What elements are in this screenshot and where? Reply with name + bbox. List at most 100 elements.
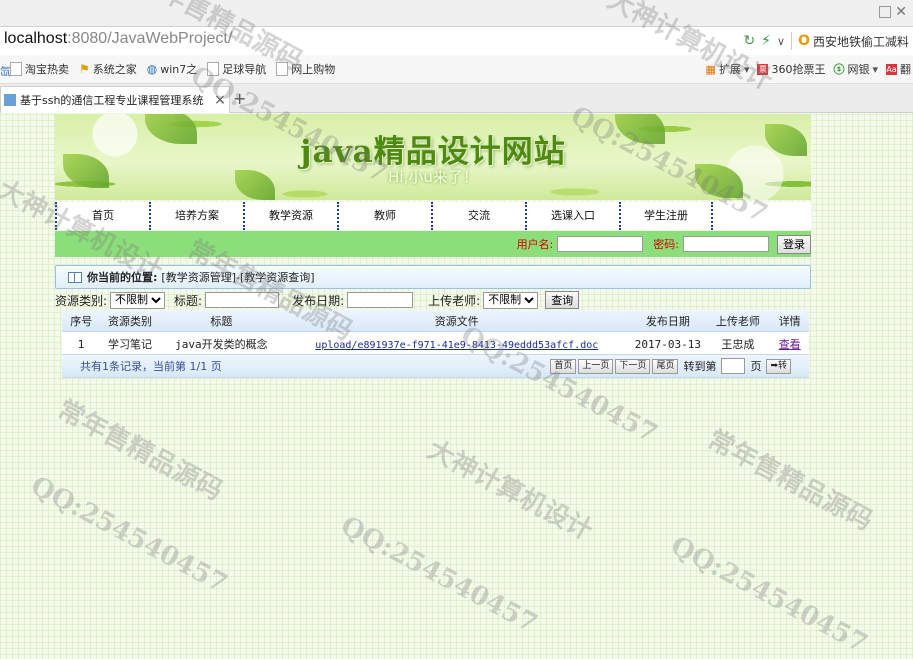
ticket-button[interactable]: 票 360抢票王 [757, 61, 825, 77]
globe-icon: ◍ [146, 62, 158, 76]
new-tab-icon[interactable]: + [233, 89, 246, 108]
resource-table: 序号 资源类别 标题 资源文件 发布日期 上传老师 详情 1 学习笔记 java… [62, 310, 809, 356]
filter-row: 资源类别: 不限制 标题: 发布日期: 上传老师: 不限制 查询 [55, 290, 815, 310]
nav-training-plan[interactable]: 培养方案 [149, 202, 243, 230]
resource-file-link[interactable]: upload/e891937e-f971-41e9-8413-49eddd53a… [315, 340, 598, 351]
cell-type: 学习笔记 [100, 331, 160, 356]
watermark-text: 常年售精品源码 [52, 394, 228, 507]
login-bar: 用户名: 密码: 登录 [55, 231, 811, 257]
watermark-text: 大神计算机设计 [422, 434, 598, 547]
date-filter-label: 发布日期: [292, 293, 345, 308]
first-page-button[interactable]: 首页 [550, 358, 577, 374]
date-filter-input[interactable] [347, 292, 414, 308]
bookmark-label: 足球导航 [222, 63, 267, 76]
pager-controls: 首页 上一页 下一页 尾页 转到第 页 ➡转 [550, 358, 809, 374]
tab-active[interactable]: 基于ssh的通信工程专业课程管理系统 × [0, 86, 230, 113]
translate-label: 翻 [900, 63, 911, 76]
translate-icon: Aa [886, 63, 897, 75]
main-nav: 首页 培养方案 教学资源 教师 交流 选课入口 学生注册 [55, 202, 811, 230]
password-input[interactable] [683, 236, 769, 252]
type-filter-select[interactable]: 不限制 [110, 291, 166, 309]
translate-button[interactable]: Aa 翻 [886, 61, 911, 77]
bookmark-label: 网上购物 [291, 63, 336, 76]
ticket-label: 360抢票王 [771, 63, 826, 76]
bookmark-item[interactable]: 足球导航 [207, 61, 266, 77]
toolbar-right: ▦ 扩展 ▾ 票 360抢票王 ⓢ 网银 ▾ Aa 翻 [706, 61, 913, 77]
col-header-detail: 详情 [770, 310, 809, 332]
bank-icon: ⓢ [833, 63, 845, 76]
bookmark-item[interactable]: ⚑ 系统之家 [79, 61, 137, 77]
grid-icon: ▦ [705, 62, 716, 76]
title-filter-input[interactable] [205, 292, 280, 308]
query-button[interactable]: 查询 [545, 291, 580, 309]
flag-icon: ⚑ [79, 62, 90, 76]
nav-teaching-resources[interactable]: 教学资源 [243, 202, 337, 230]
goto-page-input[interactable] [721, 358, 746, 374]
watermark-text: 常年售精品源码 [702, 424, 878, 537]
bookmark-label: win7之 [160, 63, 198, 76]
nav-course-selection[interactable]: 选课入口 [525, 202, 619, 230]
view-detail-link[interactable]: 查看 [779, 338, 801, 351]
site-container: java精品设计网站 Hi,小u来了！ 首页 培养方案 教学资源 教师 交流 选… [55, 114, 811, 289]
cell-no: 1 [62, 331, 101, 356]
watermark-text: QQ:254540457 [25, 470, 233, 600]
bank-button[interactable]: ⓢ 网银 ▾ [833, 61, 878, 77]
nav-home[interactable]: 首页 [55, 202, 149, 230]
goto-label: 转到第 [683, 360, 717, 373]
speed-mode-icon[interactable]: ⚡ [761, 33, 771, 49]
url-text[interactable]: localhost:8080/JavaWebProject/ [4, 30, 232, 48]
teacher-filter-label: 上传老师: [428, 293, 481, 308]
extensions-button[interactable]: ▦ 扩展 ▾ [706, 61, 750, 77]
chevron-down-icon: ▾ [743, 62, 750, 76]
ticket-icon: 票 [757, 63, 769, 75]
site-banner: java精品设计网站 Hi,小u来了！ [55, 114, 811, 200]
prev-page-button[interactable]: 上一页 [578, 358, 614, 374]
restore-icon[interactable] [879, 6, 891, 18]
breadcrumb-path: [教学资源管理]-[教学资源查询] [161, 271, 315, 284]
site-title: java精品设计网站 [300, 134, 566, 170]
nav-exchange[interactable]: 交流 [431, 202, 525, 230]
window-top-strip: ✕ [0, 0, 913, 26]
next-page-button[interactable]: 下一页 [615, 358, 651, 374]
book-icon [68, 271, 82, 283]
watermark-text: QQ:254540457 [335, 510, 543, 640]
nav-teachers[interactable]: 教师 [337, 202, 431, 230]
search-suggestion[interactable]: O 西安地铁偷工减料 [798, 33, 909, 50]
teacher-filter-select[interactable]: 不限制 [483, 291, 539, 309]
bookmarks-bar: 氙 淘宝热卖 ⚑ 系统之家 ◍ win7之 足球导航 网上购物 ▦ 扩展 ▾ 票 360抢… [0, 55, 913, 84]
refresh-icon[interactable]: ↻ [743, 33, 755, 49]
extensions-label: 扩展 [718, 63, 741, 76]
bookmark-overflow-icon[interactable]: 氙 [0, 63, 11, 78]
col-header-teacher: 上传老师 [705, 310, 771, 332]
bookmark-label: 系统之家 [92, 63, 137, 76]
address-bar-tools: ↻ ⚡ ∨ O 西安地铁偷工减料 [743, 27, 913, 55]
col-header-file: 资源文件 [283, 310, 631, 332]
address-separator [791, 32, 793, 50]
search-engine-icon: O [798, 33, 810, 49]
cell-teacher: 王忠成 [705, 331, 771, 356]
goto-button[interactable]: ➡转 [766, 358, 791, 374]
login-button[interactable]: 登录 [777, 234, 811, 254]
tab-title: 基于ssh的通信工程专业课程管理系统 [20, 94, 204, 107]
cell-file: upload/e891937e-f971-41e9-8413-49eddd53a… [283, 331, 631, 356]
last-page-button[interactable]: 尾页 [652, 358, 679, 374]
bookmark-item[interactable]: ◍ win7之 [147, 61, 198, 77]
pager-bar: 共有1条记录，当前第 1/1 页 首页 上一页 下一页 尾页 转到第 页 ➡转 [62, 354, 809, 378]
nav-student-register[interactable]: 学生注册 [619, 202, 713, 230]
page-unit-label: 页 [750, 360, 762, 373]
username-input[interactable] [557, 236, 644, 252]
bookmark-item[interactable]: 网上购物 [276, 61, 335, 77]
tab-strip: 基于ssh的通信工程专业课程管理系统 × + [0, 84, 913, 113]
window-close-icon[interactable]: ✕ [895, 4, 907, 20]
pager-info: 共有1条记录，当前第 1/1 页 [80, 360, 222, 373]
breadcrumb: 你当前的位置: [教学资源管理]-[教学资源查询] [55, 265, 811, 289]
page-icon [10, 62, 22, 76]
cell-detail: 查看 [770, 331, 809, 356]
bookmark-item[interactable]: 淘宝热卖 [10, 61, 69, 77]
table-header-row: 序号 资源类别 标题 资源文件 发布日期 上传老师 详情 [62, 310, 809, 332]
address-bar[interactable]: localhost:8080/JavaWebProject/ ↻ ⚡ ∨ O 西安… [0, 26, 913, 56]
tab-close-icon[interactable]: × [213, 92, 227, 108]
url-path: :8080/JavaWebProject/ [67, 30, 233, 47]
page-icon [207, 62, 220, 76]
chevron-down-icon[interactable]: ∨ [777, 35, 785, 48]
